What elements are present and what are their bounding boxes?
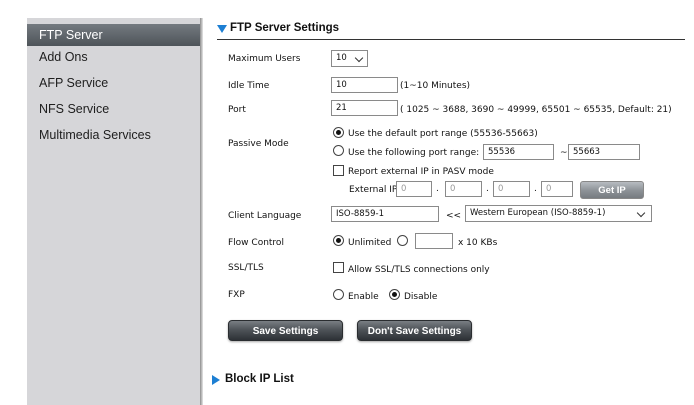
sidebar-item-ftp-server[interactable]: FTP Server	[27, 24, 200, 46]
port-range-start-input[interactable]: 55536	[483, 144, 554, 160]
save-settings-button[interactable]: Save Settings	[228, 320, 343, 341]
passive-custom-radio[interactable]	[333, 145, 344, 156]
external-ip-octet-3[interactable]: 0	[493, 181, 530, 197]
ssl-tls-label: SSL/TLS	[228, 263, 264, 273]
report-external-ip-label: Report external IP in PASV mode	[348, 167, 494, 177]
collapsed-triangle-icon	[212, 375, 220, 385]
sidebar-item-nfs-service[interactable]: NFS Service	[27, 98, 200, 120]
chevron-down-icon	[636, 208, 646, 218]
idle-time-label: Idle Time	[228, 81, 270, 91]
port-label: Port	[228, 105, 246, 115]
sidebar-item-afp-service[interactable]: AFP Service	[27, 72, 200, 94]
max-users-select[interactable]: 10	[331, 50, 368, 67]
sidebar: FTP Server Add Ons AFP Service NFS Servi…	[27, 18, 200, 405]
idle-time-hint: (1~10 Minutes)	[400, 81, 471, 91]
client-language-label: Client Language	[228, 211, 302, 221]
sidebar-item-multimedia-services[interactable]: Multimedia Services	[27, 124, 200, 146]
expand-triangle-icon	[217, 25, 227, 33]
block-ip-list-title[interactable]: Block IP List	[225, 373, 294, 385]
port-range-end-input[interactable]: 55663	[568, 144, 640, 160]
port-input[interactable]: 21	[331, 100, 398, 116]
report-external-ip-checkbox[interactable]	[333, 165, 344, 176]
flow-unlimited-radio[interactable]	[333, 235, 344, 246]
section-header-ftp[interactable]: FTP Server Settings	[217, 20, 685, 40]
app-window: FTP Server Add Ons AFP Service NFS Servi…	[0, 0, 694, 405]
ip-dot: .	[486, 184, 489, 194]
passive-mode-label: Passive Mode	[228, 139, 289, 149]
idle-time-input[interactable]: 10	[331, 77, 398, 93]
language-arrow: <<	[446, 211, 462, 221]
section-title: FTP Server Settings	[230, 22, 340, 34]
flow-limit-radio[interactable]	[397, 235, 408, 246]
max-users-label: Maximum Users	[228, 54, 301, 64]
ssl-tls-option: Allow SSL/TLS connections only	[348, 265, 490, 275]
external-ip-octet-1[interactable]: 0	[396, 181, 432, 197]
fxp-disable-label: Disable	[404, 292, 438, 302]
sidebar-item-add-ons[interactable]: Add Ons	[27, 46, 200, 68]
client-language-select[interactable]: Western European (ISO-8859-1)	[465, 205, 652, 222]
client-language-input[interactable]: ISO-8859-1	[331, 206, 439, 222]
external-ip-octet-4[interactable]: 0	[541, 181, 573, 197]
external-ip-octet-2[interactable]: 0	[445, 181, 482, 197]
chevron-down-icon	[354, 53, 364, 63]
fxp-disable-radio[interactable]	[389, 289, 400, 300]
ip-dot: .	[436, 184, 439, 194]
flow-limit-input[interactable]	[415, 233, 453, 249]
fxp-enable-label: Enable	[348, 292, 379, 302]
fxp-label: FXP	[228, 290, 245, 300]
flow-control-label: Flow Control	[228, 238, 284, 248]
ssl-tls-checkbox[interactable]	[333, 262, 344, 273]
flow-unlimited-label: Unlimited	[348, 238, 392, 248]
main-panel: FTP Server Settings Maximum Users 10 Idl…	[203, 0, 694, 405]
fxp-enable-radio[interactable]	[333, 289, 344, 300]
dont-save-settings-button[interactable]: Don't Save Settings	[357, 320, 472, 341]
flow-unit-label: x 10 KBs	[458, 238, 498, 248]
passive-default-label: Use the default port range (55536-55663)	[348, 129, 538, 139]
port-hint: ( 1025 ~ 3688, 3690 ~ 49999, 65501 ~ 655…	[400, 105, 672, 115]
client-language-option: Western European (ISO-8859-1)	[470, 208, 606, 218]
get-ip-button[interactable]: Get IP	[580, 181, 644, 199]
ip-dot: .	[534, 184, 537, 194]
max-users-value: 10	[336, 53, 347, 63]
passive-custom-label: Use the following port range:	[348, 148, 480, 158]
range-separator: ~	[560, 148, 568, 158]
passive-default-radio[interactable]	[333, 127, 344, 138]
